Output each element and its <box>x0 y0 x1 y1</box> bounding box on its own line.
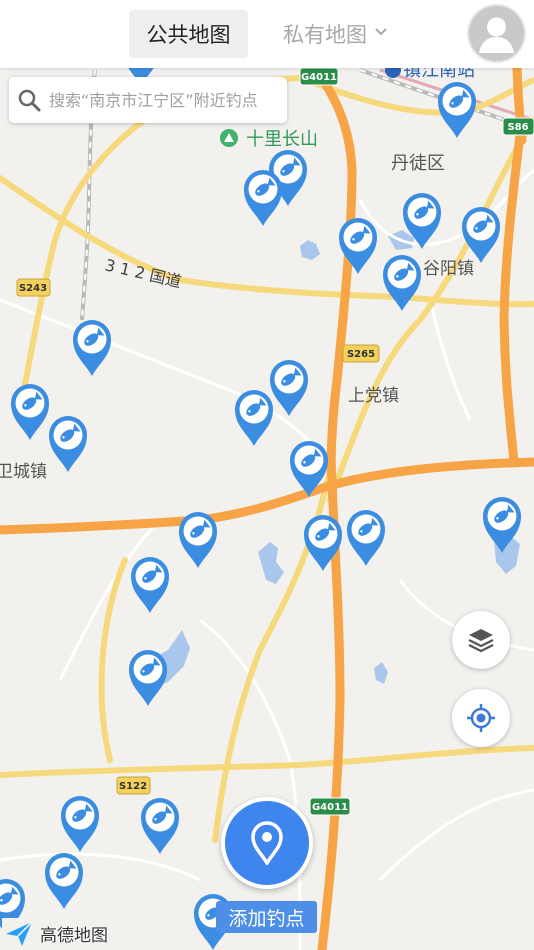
locate-button[interactable] <box>452 689 510 747</box>
amap-attribution: 高德地图 <box>2 918 108 948</box>
add-spot-button[interactable] <box>221 797 313 889</box>
locate-icon <box>467 704 495 732</box>
place-guyangzhen: 谷阳镇 <box>423 259 474 279</box>
tab-private-map[interactable]: 私有地图 <box>275 10 395 58</box>
search-box[interactable] <box>9 77 287 123</box>
tab-private-map-label: 私有地图 <box>283 23 367 47</box>
tab-public-map-label: 公共地图 <box>146 23 231 47</box>
place-danyangqu: 丹徒区 <box>391 153 445 174</box>
svg-text:S86: S86 <box>507 122 528 133</box>
map-pin-icon <box>251 821 283 865</box>
search-icon <box>9 88 49 112</box>
svg-text:S122: S122 <box>119 781 147 792</box>
layers-icon <box>468 629 494 653</box>
layers-button[interactable] <box>452 611 510 669</box>
user-avatar[interactable] <box>469 6 524 61</box>
chevron-down-icon <box>375 24 387 40</box>
place-weichengzhen: 卫城镇 <box>0 462 47 482</box>
svg-text:G4011: G4011 <box>301 72 337 83</box>
svg-text:S265: S265 <box>347 349 375 360</box>
svg-text:S243: S243 <box>19 283 47 294</box>
top-bar: 公共地图 私有地图 <box>0 0 534 68</box>
search-input[interactable] <box>49 90 279 110</box>
svg-text:G4011: G4011 <box>312 802 348 813</box>
place-shangdangzhen: 上党镇 <box>348 386 399 406</box>
user-avatar-icon <box>469 6 524 61</box>
amap-logo-icon <box>2 918 36 948</box>
add-spot-label[interactable]: 添加钓点 <box>216 901 317 933</box>
place-shilichangshan: 十里长山 <box>246 129 318 150</box>
tab-public-map[interactable]: 公共地图 <box>129 10 248 58</box>
amap-brand-text: 高德地图 <box>40 925 108 946</box>
